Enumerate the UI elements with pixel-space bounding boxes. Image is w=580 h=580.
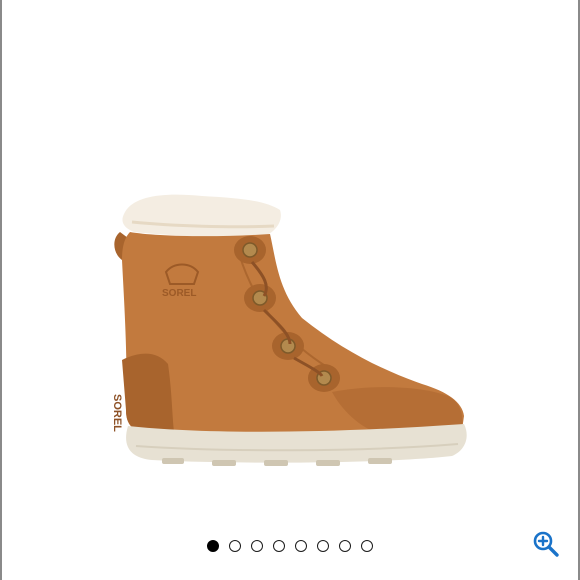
product-image[interactable]: SOREL SOREL (2, 0, 580, 520)
carousel-dot[interactable] (251, 540, 263, 552)
zoom-in-icon (533, 531, 559, 557)
carousel-dot[interactable] (207, 540, 219, 552)
boot-logo-text: SOREL (162, 288, 196, 299)
boot-illustration: SOREL SOREL (111, 194, 467, 466)
carousel-dot[interactable] (273, 540, 285, 552)
carousel-dot[interactable] (317, 540, 329, 552)
zoom-button[interactable] (532, 530, 560, 558)
carousel-dot[interactable] (339, 540, 351, 552)
image-viewer: SOREL SOREL (0, 0, 580, 580)
carousel-dot[interactable] (229, 540, 241, 552)
carousel-dot[interactable] (295, 540, 307, 552)
carousel-dot[interactable] (361, 540, 373, 552)
heel-brand-text: SOREL (111, 394, 123, 432)
carousel-pagination (2, 540, 578, 556)
